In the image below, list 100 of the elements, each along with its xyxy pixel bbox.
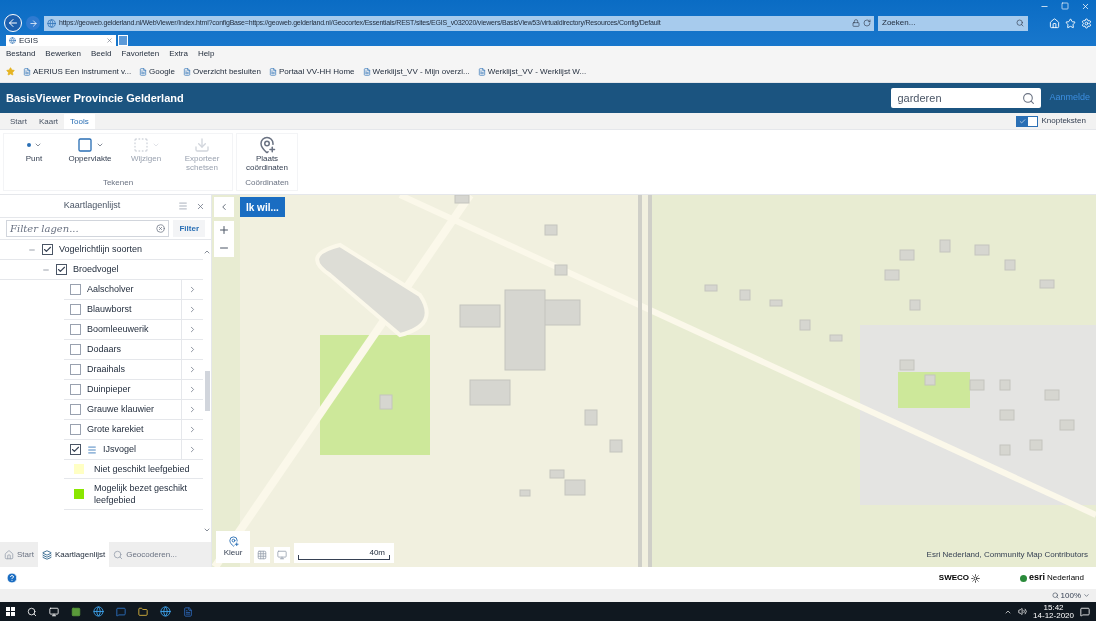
checkbox[interactable] bbox=[70, 404, 81, 415]
layer-item[interactable]: Duinpieper bbox=[64, 380, 203, 400]
checkbox[interactable] bbox=[70, 344, 81, 355]
clock-time[interactable]: 15:42 bbox=[1043, 603, 1064, 612]
checkbox[interactable] bbox=[70, 284, 81, 295]
layer-group-label: Broedvogel bbox=[73, 262, 119, 276]
action-button[interactable]: Ik wil... bbox=[240, 197, 285, 217]
checkbox[interactable] bbox=[56, 264, 67, 275]
esri-logo: esri bbox=[1029, 571, 1046, 585]
zoom-in-icon[interactable] bbox=[218, 224, 230, 236]
filter-button[interactable]: Filter bbox=[173, 220, 205, 237]
toggle-label: Knopteksten bbox=[1041, 115, 1086, 127]
toggle-switch[interactable] bbox=[1015, 115, 1038, 127]
close-icon[interactable] bbox=[106, 37, 113, 44]
refresh-icon[interactable] bbox=[863, 19, 871, 27]
ribbon-tab[interactable]: Kaart bbox=[32, 114, 65, 129]
checkbox[interactable] bbox=[70, 444, 81, 455]
zoom-level[interactable]: 100% bbox=[1060, 591, 1081, 600]
favorite-link[interactable]: Portaal VV-HH Home bbox=[278, 65, 355, 78]
menu-icon[interactable] bbox=[178, 201, 188, 211]
panel-tab[interactable]: Geocoderen... bbox=[109, 542, 181, 567]
browser-icon[interactable] bbox=[160, 606, 171, 617]
map-pin-plus-icon bbox=[258, 136, 276, 154]
favorite-link[interactable]: Werklijst_VV - Mijn overzi... bbox=[372, 65, 470, 78]
layer-item[interactable]: Boomleeuwerik bbox=[64, 320, 203, 340]
checkbox[interactable] bbox=[70, 304, 81, 315]
menu-item[interactable]: Bewerken bbox=[45, 47, 81, 60]
close-icon[interactable] bbox=[196, 201, 205, 211]
color-button[interactable]: Kleur bbox=[216, 531, 250, 563]
menu-item[interactable]: Extra bbox=[169, 47, 188, 60]
chevron-right-icon[interactable] bbox=[188, 325, 197, 334]
panel-tab[interactable]: Kaartlagenlijst bbox=[37, 542, 110, 567]
favorite-link[interactable]: Overzicht besluiten bbox=[192, 65, 261, 78]
new-tab-button[interactable] bbox=[118, 35, 128, 46]
layer-item[interactable]: Blauwborst bbox=[64, 300, 203, 320]
chevron-right-icon[interactable] bbox=[188, 425, 197, 434]
collapse-panel-button[interactable] bbox=[214, 197, 234, 217]
chevron-left-icon bbox=[219, 202, 229, 212]
settings-icon[interactable] bbox=[1081, 17, 1092, 29]
chevron-right-icon[interactable] bbox=[188, 345, 197, 354]
chevron-right-icon[interactable] bbox=[188, 285, 197, 294]
favorite-link[interactable]: Werklijst_VV - Werklijst W... bbox=[487, 65, 587, 78]
speaker-icon[interactable] bbox=[1018, 607, 1028, 616]
tool-button[interactable]: Oppervlakte bbox=[64, 136, 116, 177]
layer-item[interactable]: Dodaars bbox=[64, 340, 203, 360]
grid-icon bbox=[257, 550, 267, 560]
home-icon[interactable] bbox=[1049, 17, 1060, 29]
menu-item[interactable]: Help bbox=[197, 47, 215, 60]
folder-icon[interactable] bbox=[138, 606, 148, 617]
chevron-right-icon[interactable] bbox=[188, 365, 197, 374]
chevron-right-icon[interactable] bbox=[188, 445, 197, 454]
help-icon[interactable] bbox=[6, 572, 18, 584]
layer-item[interactable]: Aalscholver bbox=[64, 280, 203, 300]
favorite-link[interactable]: Google bbox=[149, 65, 175, 78]
search-icon[interactable] bbox=[27, 606, 37, 617]
menu-item[interactable]: Bestand bbox=[6, 47, 36, 60]
checkbox[interactable] bbox=[70, 324, 81, 335]
layer-item[interactable]: Draaihals bbox=[64, 360, 203, 380]
group-title: Coördinaten bbox=[244, 177, 290, 189]
browser-tab[interactable]: EGIS bbox=[6, 35, 116, 46]
search-field[interactable]: Zoeken... bbox=[878, 15, 1028, 31]
checkbox[interactable] bbox=[42, 244, 53, 255]
menu-item[interactable]: Beeld bbox=[90, 47, 112, 60]
filter-field[interactable]: Filter lagen... bbox=[6, 220, 170, 237]
tool-button[interactable]: Punt bbox=[8, 136, 60, 177]
maximize-icon[interactable] bbox=[1061, 2, 1069, 10]
chevron-right-icon[interactable] bbox=[188, 305, 197, 314]
search-icon bbox=[1016, 19, 1024, 27]
ribbon-tab[interactable]: Tools bbox=[64, 114, 95, 129]
chevron-right-icon[interactable] bbox=[188, 385, 197, 394]
panel-tab[interactable]: Start bbox=[0, 542, 38, 567]
chevron-right-icon[interactable] bbox=[188, 405, 197, 414]
tool-button[interactable]: Plaats coördinaten bbox=[241, 136, 293, 177]
ribbon-tab[interactable]: Start bbox=[4, 114, 33, 129]
browser-icon[interactable] bbox=[93, 606, 104, 617]
checkbox[interactable] bbox=[70, 384, 81, 395]
layer-label: Grote karekiet bbox=[87, 422, 144, 436]
clock-date[interactable]: 14-12-2020 bbox=[1033, 611, 1074, 620]
menu-item[interactable]: Favorieten bbox=[121, 47, 160, 60]
star-icon[interactable] bbox=[6, 67, 15, 76]
app-icon[interactable] bbox=[71, 606, 81, 617]
scrollbar-thumb[interactable] bbox=[204, 371, 210, 411]
grid-button[interactable] bbox=[254, 547, 270, 563]
search-field[interactable]: garderen bbox=[891, 88, 1042, 108]
checkbox[interactable] bbox=[70, 424, 81, 435]
windows-icon[interactable] bbox=[6, 607, 15, 616]
close-icon[interactable] bbox=[1081, 1, 1090, 11]
layer-item[interactable]: IJsvogel bbox=[64, 440, 203, 460]
favorite-link[interactable]: AERIUS Een instrument v... bbox=[33, 65, 132, 78]
scale-bar: 40m bbox=[294, 543, 394, 563]
forward-button[interactable] bbox=[26, 16, 40, 30]
lock-icon bbox=[852, 19, 860, 27]
notification-icon[interactable] bbox=[1080, 606, 1090, 617]
back-button[interactable] bbox=[4, 14, 22, 32]
layer-item[interactable]: Grote karekiet bbox=[64, 420, 203, 440]
layer-item[interactable]: Grauwe klauwier bbox=[64, 400, 203, 420]
checkbox[interactable] bbox=[70, 364, 81, 375]
document-icon[interactable] bbox=[183, 606, 193, 617]
chevron-down-icon[interactable] bbox=[203, 526, 211, 534]
clear-icon[interactable] bbox=[156, 224, 166, 233]
